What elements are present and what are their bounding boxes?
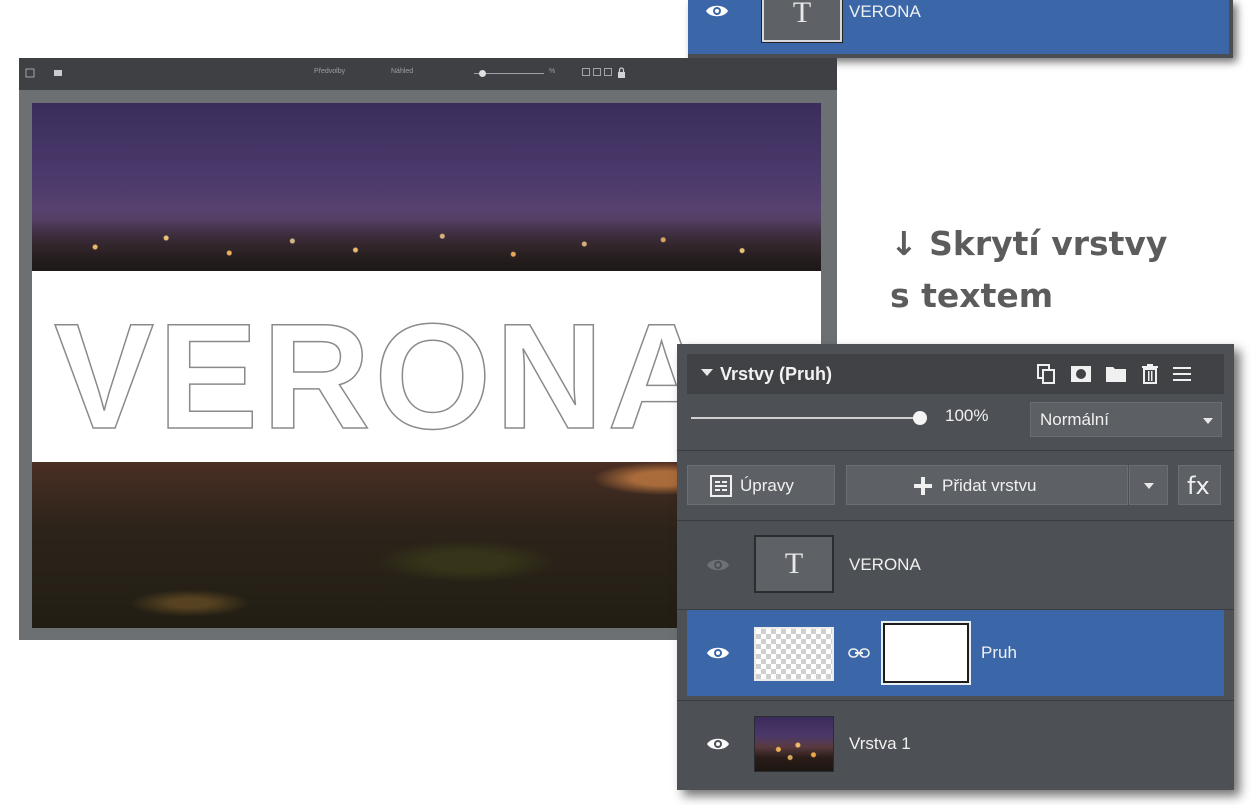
annotation-line-2: s textem: [890, 276, 1054, 315]
compare-icon[interactable]: [604, 68, 612, 76]
plus-icon: [914, 477, 932, 495]
add-layer-dropdown[interactable]: [1129, 465, 1168, 505]
layer-row-vrstva-1[interactable]: Vrstva 1: [687, 701, 1224, 787]
fill-icon[interactable]: [593, 68, 601, 76]
presets-label[interactable]: Předvolby: [314, 68, 345, 75]
divider: [677, 450, 1234, 451]
menu-icon[interactable]: [1171, 363, 1193, 385]
fx-button[interactable]: fx: [1178, 465, 1221, 505]
adjustments-icon: [710, 475, 732, 497]
panel-title: Vrstvy (Pruh): [720, 364, 833, 384]
preview-label[interactable]: Náhled: [391, 68, 413, 75]
layer-thumbnail-transparent: [754, 627, 834, 681]
eye-icon[interactable]: [705, 3, 729, 19]
fx-label: fx: [1187, 472, 1210, 500]
editor-toolbar: Předvolby Náhled %: [19, 58, 837, 90]
layer-name: VERONA: [849, 555, 921, 574]
mask-icon[interactable]: [1070, 363, 1092, 385]
annotation-line-1: ↓ Skrytí vrstvy: [890, 224, 1168, 263]
lock-icon[interactable]: [617, 67, 626, 78]
layer-name: Pruh: [981, 643, 1017, 662]
layer-row-verona[interactable]: T VERONA: [687, 522, 1224, 608]
eye-icon[interactable]: [706, 557, 730, 573]
chevron-down-icon: [1203, 418, 1213, 424]
divider: [677, 520, 1234, 521]
layer-row-pruh[interactable]: Pruh: [687, 610, 1224, 696]
tool-icon[interactable]: [25, 68, 35, 78]
adjustments-button[interactable]: Úpravy: [687, 465, 835, 505]
text-layer-thumbnail: T: [762, 0, 842, 42]
layer-name: VERONA: [849, 2, 921, 21]
eye-icon[interactable]: [706, 736, 730, 752]
trash-icon[interactable]: [1139, 363, 1161, 385]
add-layer-label: Přidat vrstvu: [942, 476, 1037, 495]
opacity-slider-knob[interactable]: [913, 411, 927, 425]
layers-panel-header: Vrstvy (Pruh): [687, 354, 1224, 394]
zoom-slider-knob[interactable]: [479, 70, 486, 77]
top-layer-snippet: T VERONA: [688, 0, 1233, 58]
text-layer-thumbnail: T: [754, 535, 834, 593]
layer-row-verona-selected[interactable]: T VERONA: [688, 0, 1229, 54]
zoom-percent: %: [549, 68, 556, 75]
blend-mode-select[interactable]: Normální: [1030, 402, 1222, 437]
text-selection-outline: VERONA: [53, 292, 720, 460]
annotation-caption: ↓ Skrytí vrstvy s textem: [890, 218, 1210, 322]
chevron-down-icon: [1144, 483, 1154, 489]
link-icon[interactable]: [848, 648, 870, 658]
fit-icon[interactable]: [582, 68, 590, 76]
collapse-arrow-icon[interactable]: [701, 369, 713, 376]
blend-mode-value: Normální: [1040, 410, 1109, 429]
folder-icon[interactable]: [1105, 363, 1127, 385]
eye-icon[interactable]: [706, 645, 730, 661]
opacity-slider-track[interactable]: [691, 417, 926, 419]
adjustments-label: Úpravy: [740, 476, 794, 495]
image-icon[interactable]: [53, 68, 63, 78]
add-layer-button[interactable]: Přidat vrstvu: [846, 465, 1128, 505]
opacity-value: 100%: [945, 406, 989, 425]
layer-mask-thumbnail[interactable]: [883, 623, 969, 683]
city-lights: [32, 211, 821, 271]
duplicate-icon[interactable]: [1035, 363, 1057, 385]
layer-name: Vrstva 1: [849, 734, 911, 753]
layers-panel: Vrstvy (Pruh) 100% Normální Úpravy Přida…: [677, 344, 1234, 790]
photo-layer-thumbnail: [754, 716, 834, 772]
